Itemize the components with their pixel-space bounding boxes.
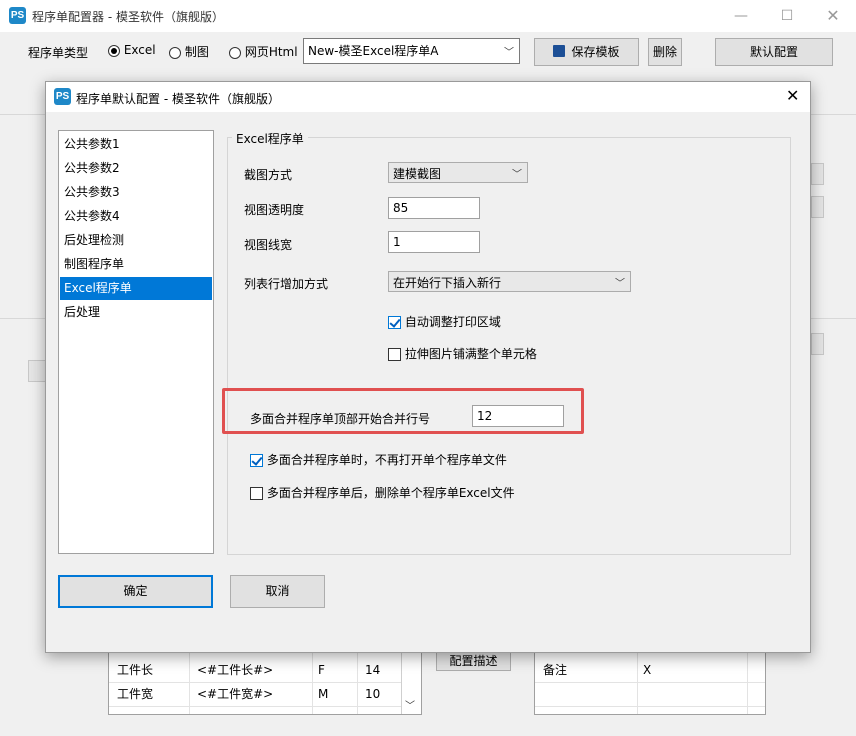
cancel-label: 取消: [265, 584, 290, 598]
dialog-title: 程序单默认配置 - 模圣软件（旗舰版）: [76, 92, 280, 106]
table-cell: <#工件长#>: [197, 663, 274, 677]
nav-item-common-4[interactable]: 公共参数4: [60, 205, 212, 228]
table-cell: M: [318, 687, 329, 701]
cancel-button[interactable]: 取消: [230, 575, 325, 608]
opacity-input[interactable]: 85: [388, 197, 480, 219]
save-template-button[interactable]: 保存模板: [534, 38, 639, 66]
radio-web[interactable]: 网页Html: [229, 43, 298, 60]
nav-item-common-1[interactable]: 公共参数1: [60, 133, 212, 156]
delete-single-label: 多面合并程序单后，删除单个程序单Excel文件: [266, 486, 515, 500]
chevron-down-icon: ﹀: [504, 47, 514, 59]
nav-item-postprocess[interactable]: 后处理: [60, 301, 212, 324]
table-cell: <#工件宽#>: [197, 687, 274, 701]
default-config-button[interactable]: 默认配置: [715, 38, 833, 66]
type-label: 程序单类型: [28, 46, 89, 60]
merge-row-input[interactable]: 12: [472, 405, 564, 427]
template-select[interactable]: New-模圣Excel程序单A ﹀: [303, 38, 520, 64]
no-open-checkbox[interactable]: 多面合并程序单时，不再打开单个程序单文件: [250, 451, 507, 468]
table-cell: 工件长: [117, 663, 154, 677]
radio-excel-dot[interactable]: [108, 44, 120, 57]
stretch-checkbox[interactable]: 拉伸图片铺满整个单元格: [388, 345, 537, 362]
capture-label: 截图方式: [244, 168, 293, 182]
config-desc-button[interactable]: 配置描述: [436, 651, 511, 671]
radio-excel[interactable]: Excel: [108, 43, 156, 57]
ok-label: 确定: [123, 584, 148, 598]
bg-button-fragment: [811, 196, 824, 218]
close-icon[interactable]: ✕: [810, 0, 856, 32]
bg-button-fragment: [811, 333, 824, 355]
default-config-label: 默认配置: [749, 45, 798, 59]
auto-print-label: 自动调整打印区域: [404, 315, 501, 329]
delete-label: 删除: [652, 45, 677, 59]
delete-button[interactable]: 删除: [648, 38, 682, 66]
main-window-title: 程序单配置器 - 模圣软件（旗舰版）: [32, 10, 224, 24]
bg-button-fragment: [811, 163, 824, 185]
nav-item-postprocess-check[interactable]: 后处理检测: [60, 229, 212, 252]
linewidth-label: 视图线宽: [244, 238, 293, 252]
radio-web-dot[interactable]: [229, 46, 241, 59]
chevron-down-icon: ﹀: [512, 169, 522, 180]
linewidth-input[interactable]: 1: [388, 231, 480, 253]
rowadd-label: 列表行增加方式: [244, 277, 329, 291]
main-toolbar: 程序单类型 Excel 制图 网页Html New-模圣Excel程序单A ﹀ …: [0, 32, 856, 70]
table-cell: 备注: [543, 663, 568, 677]
dialog-close-icon[interactable]: ✕: [786, 86, 799, 105]
capture-select-value: 建模截图: [393, 167, 442, 181]
nav-item-excel-sheet[interactable]: Excel程序单: [60, 277, 212, 300]
bg-left-table: 工件长 <#工件长#> F 14 工件宽 <#工件宽#> M 10 ﹀: [108, 652, 422, 715]
auto-print-checkbox-box[interactable]: [388, 316, 401, 329]
app-logo-icon: PS: [54, 88, 71, 105]
bg-button-fragment: [28, 360, 46, 382]
nav-item-drawing-sheet[interactable]: 制图程序单: [60, 253, 212, 276]
stretch-checkbox-box[interactable]: [388, 348, 401, 361]
dialog-title-bar: PS 程序单默认配置 - 模圣软件（旗舰版） ✕: [46, 82, 810, 112]
delete-single-checkbox-box[interactable]: [250, 487, 263, 500]
minimize-icon[interactable]: —: [718, 0, 764, 32]
merge-row-label: 多面合并程序单顶部开始合并行号: [250, 412, 431, 426]
radio-excel-label: Excel: [123, 43, 156, 57]
table-cell: X: [643, 663, 652, 677]
app-logo-icon: PS: [9, 7, 26, 24]
main-title-bar: PS 程序单配置器 - 模圣软件（旗舰版） — ☐ ✕: [0, 0, 856, 32]
chevron-down-icon: ﹀: [615, 278, 625, 289]
table-cell: F: [318, 663, 325, 677]
auto-print-checkbox[interactable]: 自动调整打印区域: [388, 313, 501, 330]
no-open-checkbox-box[interactable]: [250, 454, 263, 467]
capture-select[interactable]: 建模截图 ﹀: [388, 162, 528, 183]
save-template-label: 保存模板: [571, 45, 620, 59]
radio-drawing-label: 制图: [184, 45, 209, 59]
nav-item-common-3[interactable]: 公共参数3: [60, 181, 212, 204]
scroll-down-icon[interactable]: ﹀: [405, 697, 415, 712]
ok-button[interactable]: 确定: [58, 575, 213, 608]
nav-item-common-2[interactable]: 公共参数2: [60, 157, 212, 180]
template-select-value: New-模圣Excel程序单A: [308, 44, 439, 58]
group-title: Excel程序单: [232, 130, 308, 147]
table-cell: 工件宽: [117, 687, 154, 701]
stretch-label: 拉伸图片铺满整个单元格: [404, 347, 537, 361]
config-nav-list: 公共参数1 公共参数2 公共参数3 公共参数4 后处理检测 制图程序单 Exce…: [58, 130, 214, 554]
radio-drawing-dot[interactable]: [169, 46, 181, 59]
radio-web-label: 网页Html: [244, 45, 298, 59]
config-desc-label: 配置描述: [449, 654, 498, 668]
table-cell: 10: [365, 687, 381, 701]
opacity-label: 视图透明度: [244, 203, 305, 217]
radio-drawing[interactable]: 制图: [169, 43, 209, 60]
delete-single-checkbox[interactable]: 多面合并程序单后，删除单个程序单Excel文件: [250, 484, 515, 501]
save-disk-icon: [553, 45, 566, 57]
bg-right-table: 备注 X: [534, 652, 766, 715]
no-open-label: 多面合并程序单时，不再打开单个程序单文件: [266, 453, 507, 467]
table-cell: 14: [365, 663, 381, 677]
maximize-icon[interactable]: ☐: [764, 0, 810, 32]
default-config-dialog: PS 程序单默认配置 - 模圣软件（旗舰版） ✕ 公共参数1 公共参数2 公共参…: [45, 81, 811, 653]
rowadd-select-value: 在开始行下插入新行: [393, 276, 502, 290]
rowadd-select[interactable]: 在开始行下插入新行 ﹀: [388, 271, 631, 292]
